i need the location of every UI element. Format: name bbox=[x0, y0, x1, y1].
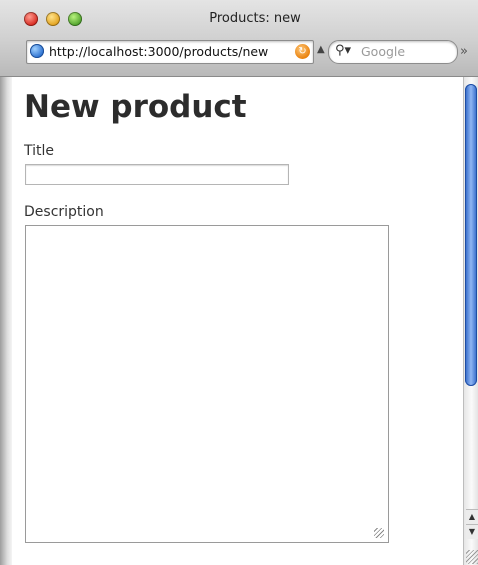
chevron-double-right-icon[interactable]: » bbox=[460, 44, 468, 59]
title-label: Title bbox=[24, 143, 55, 159]
address-url[interactable]: http://localhost:3000/products/new bbox=[49, 44, 291, 59]
minimize-window-button[interactable] bbox=[46, 12, 60, 26]
title-field[interactable] bbox=[25, 164, 289, 185]
globe-icon bbox=[30, 44, 44, 58]
description-label: Description bbox=[24, 204, 104, 220]
page-title: New product bbox=[24, 89, 247, 125]
window-left-edge bbox=[0, 77, 12, 565]
scrollbar-thumb[interactable] bbox=[465, 84, 477, 386]
window-resize-corner[interactable] bbox=[466, 550, 478, 564]
search-box[interactable]: ⚲▾ bbox=[328, 40, 458, 64]
address-dropdown-icon[interactable]: ▲ bbox=[317, 44, 325, 55]
search-input[interactable] bbox=[361, 42, 451, 60]
scroll-down-arrow-icon[interactable]: ▼ bbox=[466, 524, 478, 539]
window-title: Products: new bbox=[209, 11, 301, 26]
close-window-button[interactable] bbox=[24, 12, 38, 26]
description-field[interactable] bbox=[25, 225, 389, 543]
zoom-window-button[interactable] bbox=[68, 12, 82, 26]
address-bar[interactable]: http://localhost:3000/products/new ↻ bbox=[26, 40, 314, 64]
search-icon[interactable]: ⚲▾ bbox=[335, 43, 351, 58]
window-titlebar: Products: new http://localhost:3000/prod… bbox=[0, 0, 478, 77]
resize-grip-icon[interactable] bbox=[374, 528, 384, 538]
scroll-up-arrow-icon[interactable]: ▲ bbox=[466, 509, 478, 524]
reload-icon[interactable]: ↻ bbox=[295, 44, 310, 59]
